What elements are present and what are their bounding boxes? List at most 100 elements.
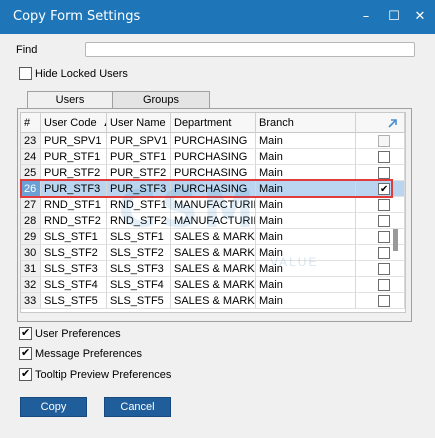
department-cell: SALES & MARKETING (171, 277, 256, 293)
column-header-select[interactable] (356, 113, 405, 133)
user-code-cell: PUR_STF1 (41, 149, 107, 165)
user-preferences-label: User Preferences (35, 328, 121, 340)
user-name-cell: RND_STF2 (107, 213, 171, 229)
cancel-button[interactable]: Cancel (104, 397, 171, 417)
user-name-cell: SLS_STF5 (107, 293, 171, 309)
scrollbar-thumb[interactable] (393, 229, 398, 251)
branch-cell: Main (256, 181, 356, 197)
user-preferences-checkbox[interactable]: ✔ (19, 326, 32, 340)
row-number: 25 (21, 165, 41, 181)
column-header-user-code[interactable]: User Code ▲ (41, 113, 107, 133)
table-row[interactable]: 25 PUR_STF2 PUR_STF2 PURCHASING Main (21, 165, 405, 181)
branch-cell: Main (256, 149, 356, 165)
department-cell: PURCHASING (171, 181, 256, 197)
table-row[interactable]: 26 PUR_STF3 PUR_STF3 PURCHASING Main ✔ (21, 181, 405, 197)
tooltip-preview-preferences-label: Tooltip Preview Preferences (35, 369, 172, 381)
expand-arrow-icon[interactable] (387, 117, 399, 129)
user-name-cell: PUR_STF2 (107, 165, 171, 181)
close-icon[interactable]: ✕ (410, 7, 430, 27)
minimize-icon[interactable]: – (356, 7, 376, 27)
department-cell: PURCHASING (171, 133, 256, 149)
branch-cell: Main (256, 245, 356, 261)
department-cell: MANUFACTURING (171, 197, 256, 213)
user-code-cell: SLS_STF2 (41, 245, 107, 261)
department-cell: SALES & MARKETING (171, 229, 256, 245)
column-header-number[interactable]: # (21, 113, 41, 133)
table-row[interactable]: 29SLS_STF1SLS_STF1SALES & MARKETINGMain (21, 229, 405, 245)
user-name-cell: PUR_STF3 (107, 181, 171, 197)
column-header-user-code-label: User Code (44, 117, 97, 129)
tab-users-label: Users (55, 94, 85, 106)
check-icon: ✔ (380, 184, 389, 195)
row-number: 23 (21, 133, 41, 149)
table-row[interactable]: 32SLS_STF4SLS_STF4SALES & MARKETINGMain (21, 277, 405, 293)
user-code-cell: PUR_STF3 (41, 181, 107, 197)
branch-cell: Main (256, 277, 356, 293)
row-number: 33 (21, 293, 41, 309)
table-row[interactable]: 27RND_STF1RND_STF1MANUFACTURINGMain (21, 197, 405, 213)
message-preferences-label: Message Preferences (35, 348, 142, 360)
user-code-cell: SLS_STF3 (41, 261, 107, 277)
branch-cell: Main (256, 229, 356, 245)
user-name-cell: SLS_STF4 (107, 277, 171, 293)
check-icon: ✔ (21, 367, 31, 380)
row-number: 27 (21, 197, 41, 213)
column-header-user-name[interactable]: User Name (107, 113, 171, 133)
department-cell: PURCHASING (171, 165, 256, 181)
row-number: 29 (21, 229, 41, 245)
column-header-department[interactable]: Department (171, 113, 256, 133)
branch-cell: Main (256, 197, 356, 213)
user-code-cell: RND_STF1 (41, 197, 107, 213)
user-name-cell: SLS_STF2 (107, 245, 171, 261)
table-row[interactable]: 31SLS_STF3SLS_STF3SALES & MARKETINGMain (21, 261, 405, 277)
tab-groups-label: Groups (142, 94, 180, 106)
row-number: 31 (21, 261, 41, 277)
department-cell: MANUFACTURING (171, 213, 256, 229)
user-code-cell: PUR_STF2 (41, 165, 107, 181)
user-code-cell: PUR_SPV1 (41, 133, 107, 149)
row-number: 26 (21, 181, 41, 197)
user-name-cell: PUR_SPV1 (107, 133, 171, 149)
table-row[interactable]: 23 PUR_SPV1 PUR_SPV1 PURCHASING Main (21, 133, 405, 149)
user-name-cell: PUR_STF1 (107, 149, 171, 165)
row-number: 24 (21, 149, 41, 165)
title-bar: Copy Form Settings – ☐ ✕ (0, 0, 435, 34)
branch-cell: Main (256, 213, 356, 229)
row-number: 28 (21, 213, 41, 229)
message-preferences-checkbox[interactable]: ✔ (19, 346, 32, 360)
hide-locked-label: Hide Locked Users (35, 68, 128, 80)
table-row[interactable]: 30SLS_STF2SLS_STF2SALES & MARKETINGMain (21, 245, 405, 261)
user-name-cell: SLS_STF3 (107, 261, 171, 277)
branch-cell: Main (256, 165, 356, 181)
hide-locked-checkbox[interactable] (19, 67, 32, 80)
grid-scrollbar[interactable] (389, 133, 403, 310)
tab-groups[interactable]: Groups (112, 91, 210, 109)
row-number: 32 (21, 277, 41, 293)
tooltip-preview-preferences-checkbox[interactable]: ✔ (19, 367, 32, 381)
check-icon: ✔ (21, 346, 31, 359)
user-code-cell: SLS_STF5 (41, 293, 107, 309)
user-code-cell: SLS_STF4 (41, 277, 107, 293)
find-input[interactable] (85, 42, 415, 57)
branch-cell: Main (256, 261, 356, 277)
user-code-cell: RND_STF2 (41, 213, 107, 229)
user-name-cell: SLS_STF1 (107, 229, 171, 245)
user-code-cell: SLS_STF1 (41, 229, 107, 245)
row-number: 30 (21, 245, 41, 261)
department-cell: SALES & MARKETING (171, 245, 256, 261)
department-cell: SALES & MARKETING (171, 293, 256, 309)
branch-cell: Main (256, 133, 356, 149)
column-header-branch[interactable]: Branch (256, 113, 356, 133)
department-cell: PURCHASING (171, 149, 256, 165)
tab-users[interactable]: Users (27, 91, 113, 109)
user-name-cell: RND_STF1 (107, 197, 171, 213)
branch-cell: Main (256, 293, 356, 309)
check-icon: ✔ (21, 326, 31, 339)
table-row[interactable]: 28RND_STF2RND_STF2MANUFACTURINGMain (21, 213, 405, 229)
table-row[interactable]: 24 PUR_STF1 PUR_STF1 PURCHASING Main (21, 149, 405, 165)
window-title: Copy Form Settings (13, 9, 141, 24)
table-row[interactable]: 33SLS_STF5SLS_STF5SALES & MARKETINGMain (21, 293, 405, 309)
maximize-icon[interactable]: ☐ (384, 7, 404, 27)
department-cell: SALES & MARKETING (171, 261, 256, 277)
copy-button[interactable]: Copy (20, 397, 87, 417)
